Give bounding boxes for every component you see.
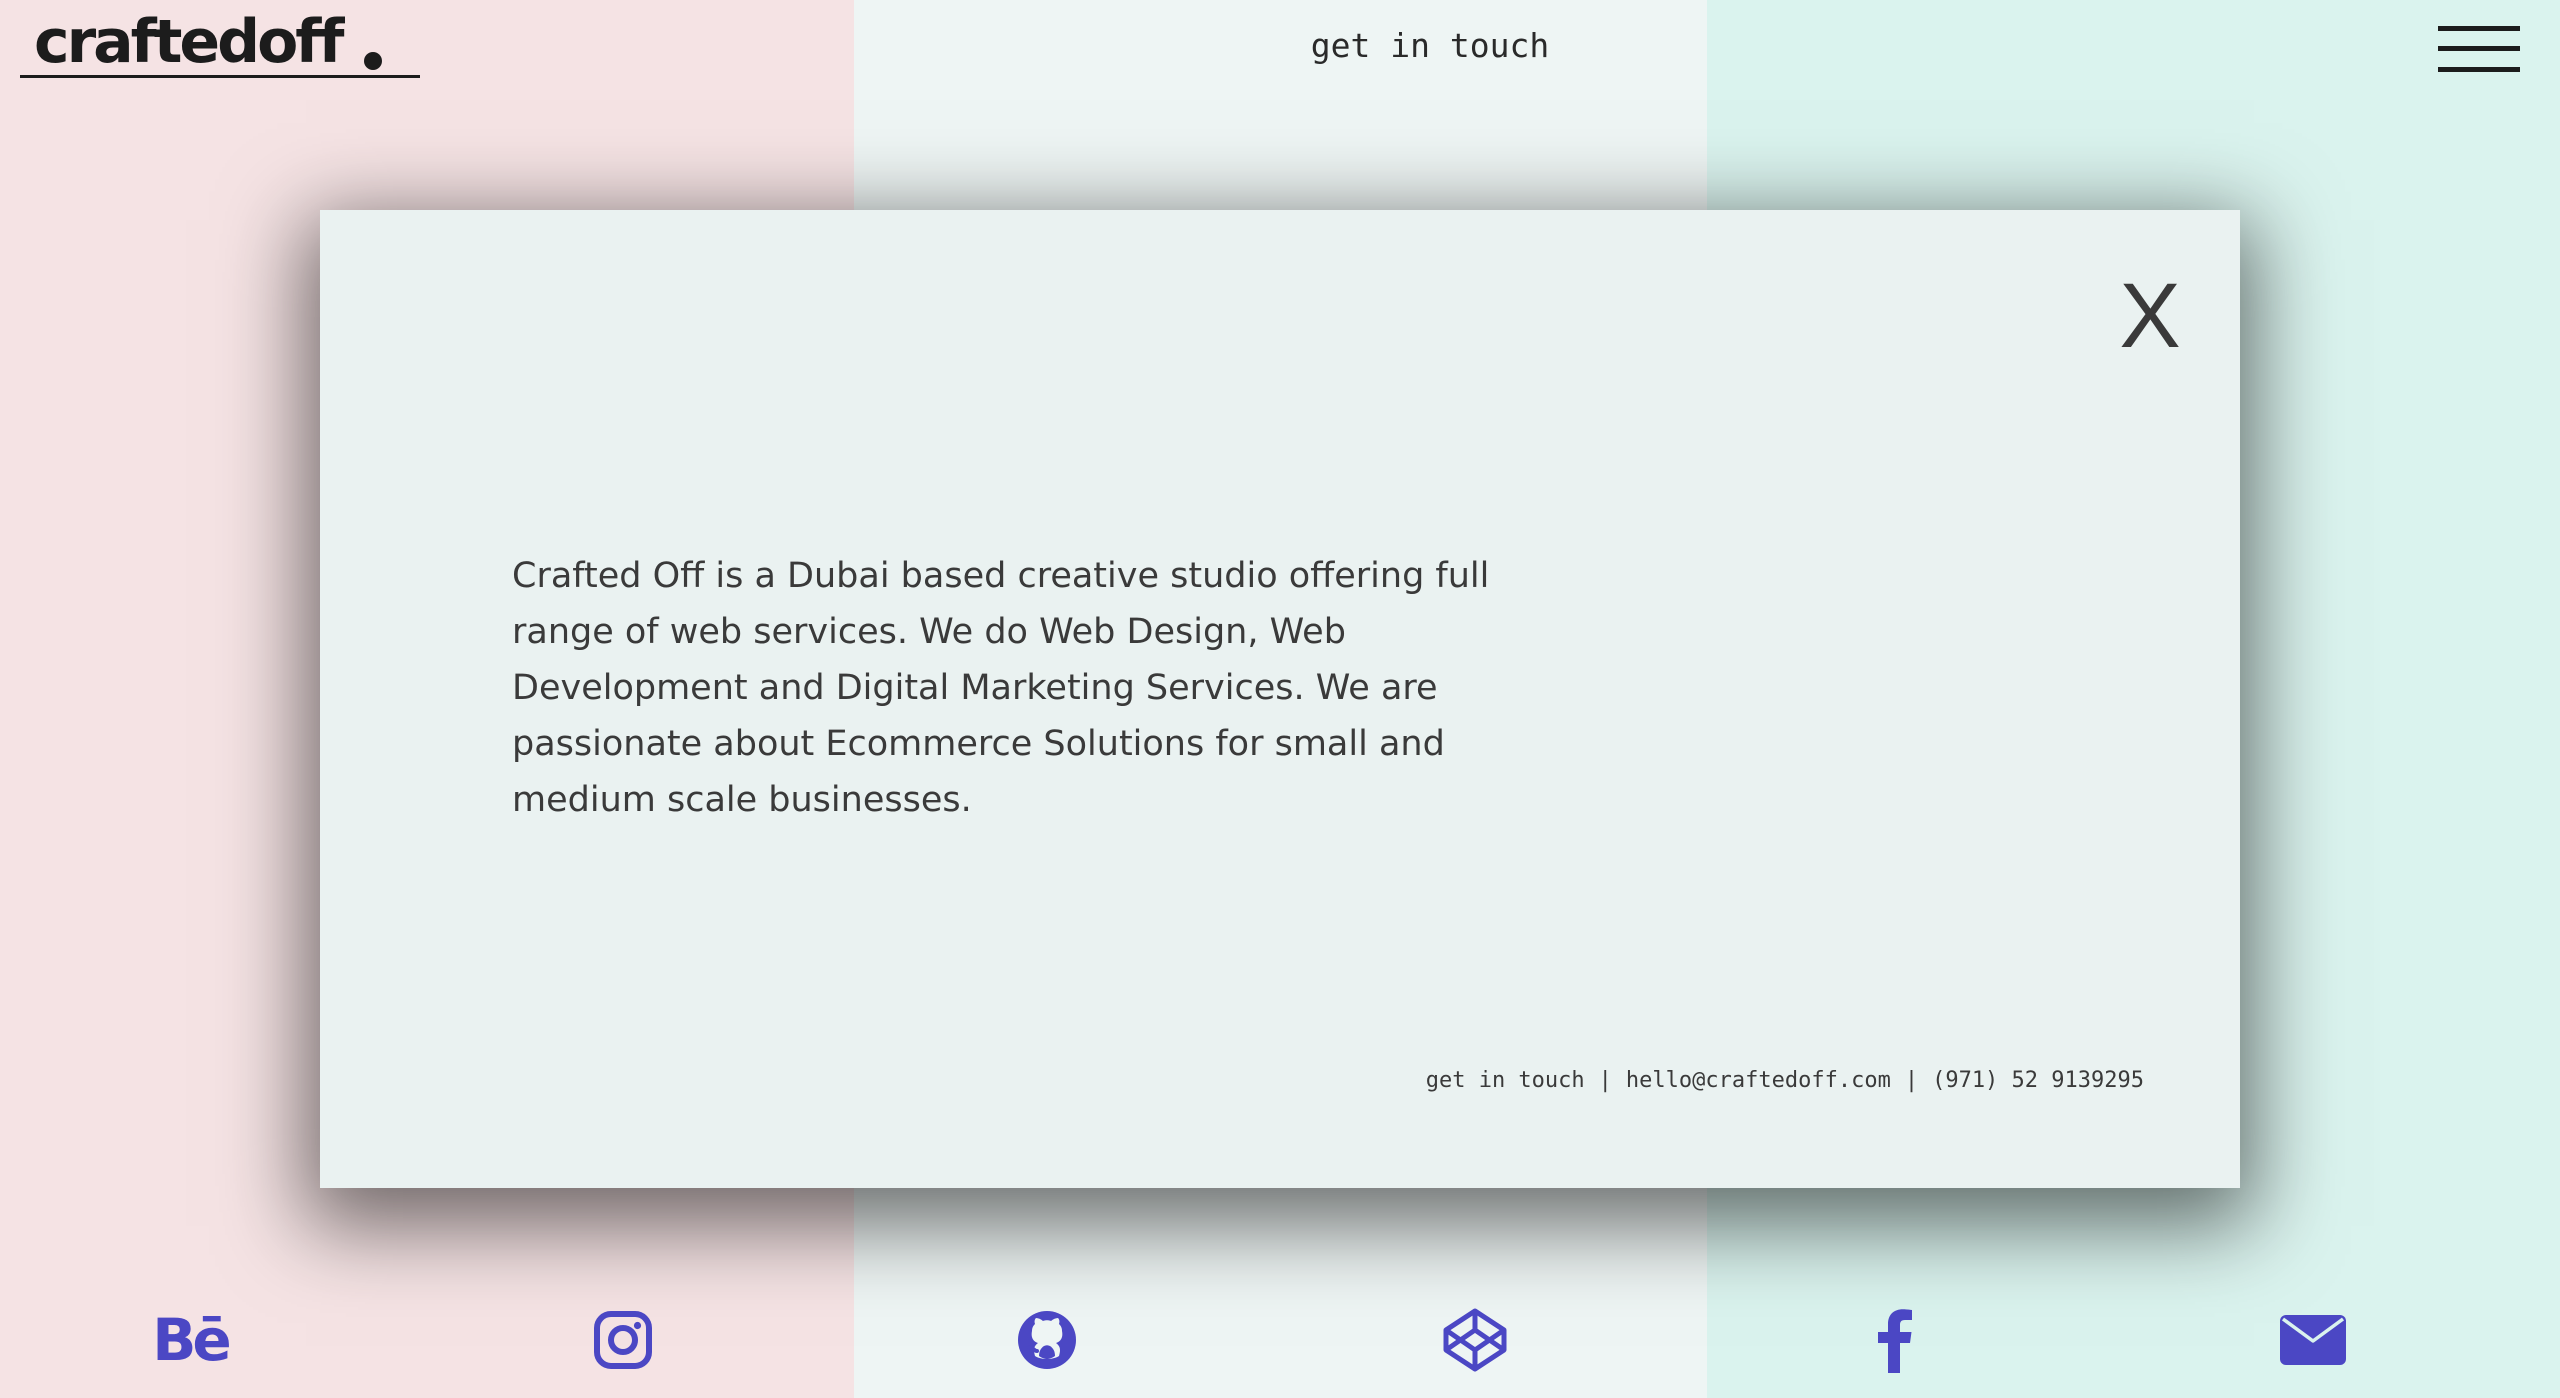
github-svg	[1018, 1311, 1076, 1369]
instagram-icon[interactable]	[583, 1302, 663, 1378]
about-text: Crafted Off is a Dubai based creative st…	[512, 556, 1490, 820]
contact-separator: |	[1904, 1068, 1919, 1093]
contact-line: get in touch | hello@craftedoff.com | (971) …	[1426, 1064, 2144, 1098]
menu-bar	[2438, 26, 2520, 31]
github-icon[interactable]	[1007, 1302, 1087, 1378]
facebook-svg	[1878, 1309, 1912, 1373]
close-button[interactable]: X	[2110, 266, 2190, 366]
hamburger-menu-icon[interactable]	[2438, 26, 2520, 78]
contact-label[interactable]: get in touch	[1426, 1068, 1585, 1093]
menu-bar	[2438, 67, 2520, 72]
logo-text: craftedoff	[34, 7, 344, 77]
menu-bar	[2438, 46, 2520, 51]
email-icon[interactable]	[2273, 1302, 2353, 1378]
codepen-icon[interactable]	[1435, 1302, 1515, 1378]
facebook-icon[interactable]	[1854, 1302, 1934, 1378]
contact-phone[interactable]: (971) 52 9139295	[1932, 1068, 2144, 1093]
get-in-touch-link[interactable]: get in touch	[1230, 22, 1630, 70]
contact-email[interactable]: hello@craftedoff.com	[1626, 1068, 1891, 1093]
behance-glyph: Bē	[152, 1306, 232, 1374]
about-modal: X Crafted Off is a Dubai based creative …	[320, 210, 2240, 1188]
email-svg	[2280, 1315, 2346, 1365]
logo-dot	[364, 52, 382, 70]
behance-icon[interactable]: Bē	[150, 1302, 232, 1378]
site-logo[interactable]: craftedoff	[20, 6, 420, 78]
contact-separator: |	[1598, 1068, 1612, 1093]
instagram-svg	[594, 1311, 652, 1369]
codepen-svg	[1443, 1308, 1507, 1372]
